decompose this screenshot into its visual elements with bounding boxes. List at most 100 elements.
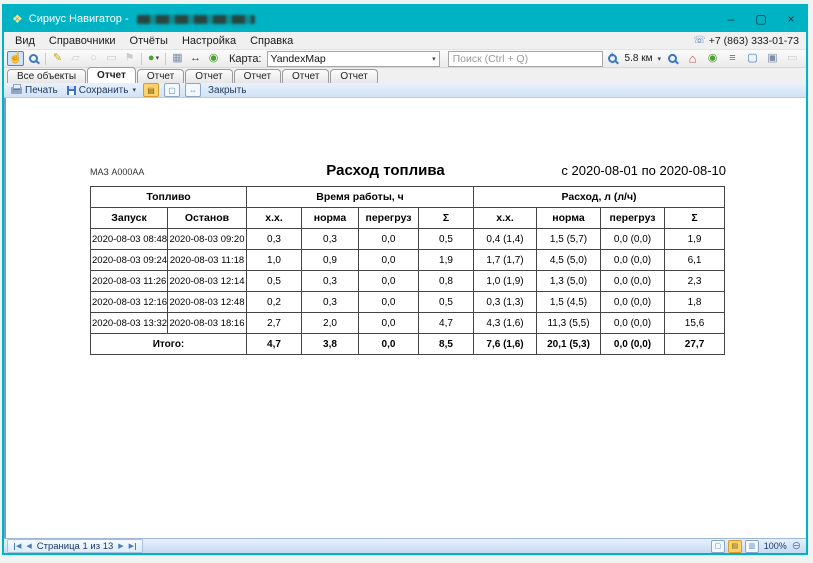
title-bar: ❖ Сириус Навигатор - – ▢ × <box>4 6 806 32</box>
toolbar-separator <box>45 53 46 65</box>
window-title: Сириус Навигатор - <box>29 13 129 25</box>
view-fit-width-button[interactable]: ⇔ <box>185 83 201 97</box>
printer-icon <box>11 87 22 94</box>
group-fuel: Топливо <box>91 187 247 208</box>
table-row: 2020-08-03 08:482020-08-03 09:200,30,30,… <box>91 229 725 250</box>
prev-page-button[interactable]: ◀ <box>26 543 31 550</box>
col-overload-time: перегруз <box>359 208 419 229</box>
view-whole-page-button[interactable]: ▢ <box>164 83 180 97</box>
next-page-button[interactable]: ▶ <box>118 543 123 550</box>
tab-report-2[interactable]: Отчет <box>137 69 184 83</box>
col-sum-time: Σ <box>419 208 474 229</box>
main-toolbar: ☝ ✎ ▱ ○ ▭ ⚑ ● ▾ <box>4 50 806 68</box>
route-icon: ↔ <box>190 53 201 64</box>
layers-dropdown-button[interactable]: ● ▾ <box>145 51 162 66</box>
status-zoom-group: ▢ ▤ ▥ 100% ⊖ <box>711 540 803 553</box>
report-period: с 2020-08-01 по 2020-08-10 <box>531 163 726 178</box>
circle-tool-button[interactable]: ○ <box>85 51 102 66</box>
hand-tool-button[interactable]: ☝ <box>7 51 24 66</box>
tab-report-5[interactable]: Отчет <box>282 69 329 83</box>
flag-icon: ⚑ <box>125 53 135 64</box>
zoom-percent: 100% <box>764 541 787 551</box>
last-page-button[interactable]: ▶ <box>129 543 136 550</box>
menu-spravochniki[interactable]: Справочники <box>42 34 123 48</box>
tab-report-4[interactable]: Отчет <box>234 69 281 83</box>
col-start: Запуск <box>91 208 168 229</box>
edit-note-button[interactable]: ▣ <box>764 51 781 66</box>
toolbar-right-group: + 5.8 км ▾ − ⌂ ◉ ≡ ▢ <box>604 51 803 66</box>
table-column-header-row: Запуск Останов х.х. норма перегруз Σ х.х… <box>91 208 725 229</box>
flag-tool-button[interactable]: ⚑ <box>121 51 138 66</box>
app-window: ❖ Сириус Навигатор - – ▢ × Вид Справочни… <box>2 4 808 555</box>
col-idle-time: х.х. <box>247 208 302 229</box>
print-button[interactable]: Печать <box>9 85 60 96</box>
zoom-in-button[interactable]: + <box>604 51 621 66</box>
page-navigator: ◀ ◀ Страница 1 из 13 ▶ ▶ <box>7 539 143 553</box>
map-scale-value: 5.8 км <box>625 53 653 64</box>
map-select-label: Карта: <box>229 53 262 65</box>
tab-report-1[interactable]: Отчет <box>87 67 136 83</box>
zoom-tool-button[interactable] <box>25 51 42 66</box>
close-report-button[interactable]: Закрыть <box>206 85 249 96</box>
totals-label: Итого: <box>91 334 247 355</box>
report-table-body: 2020-08-03 08:482020-08-03 09:200,30,30,… <box>91 229 725 355</box>
selection-rect-icon: ▢ <box>747 53 757 64</box>
report-title: Расход топлива <box>240 162 531 179</box>
totals-row: Итого:4,73,80,08,57,6 (1,6)20,1 (5,3)0,0… <box>91 334 725 355</box>
table-row: 2020-08-03 11:262020-08-03 12:140,50,30,… <box>91 271 725 292</box>
list-icon: ≡ <box>729 53 735 64</box>
select-area-button[interactable]: ▢ <box>744 51 761 66</box>
menu-bar: Вид Справочники Отчёты Настройка Справка… <box>4 32 806 50</box>
status-view-actual-button[interactable]: ▢ <box>711 540 725 553</box>
magnifier-icon <box>29 54 38 63</box>
rectangle-tool-button[interactable]: ▭ <box>103 51 120 66</box>
first-page-button[interactable]: ◀ <box>14 543 21 550</box>
chevron-down-icon: ▾ <box>432 55 436 63</box>
col-sum-fuel: Σ <box>665 208 725 229</box>
tab-all-objects[interactable]: Все объекты <box>7 69 86 83</box>
globe-icon: ◉ <box>708 53 718 64</box>
route-button[interactable]: ↔ <box>187 51 204 66</box>
home-button[interactable]: ⌂ <box>684 51 701 66</box>
globe-go-button[interactable]: ◉ <box>205 51 222 66</box>
minimize-button[interactable]: – <box>716 6 746 32</box>
map-select-combobox[interactable]: YandexMap ▾ <box>267 51 440 67</box>
group-consumption: Расход, л (л/ч) <box>474 187 725 208</box>
table-row: 2020-08-03 12:162020-08-03 12:480,20,30,… <box>91 292 725 313</box>
ruler-button[interactable]: ▦ <box>169 51 186 66</box>
menu-vid[interactable]: Вид <box>8 34 42 48</box>
zoom-out-icon: − <box>668 54 677 63</box>
image-icon: ▭ <box>787 53 797 64</box>
menu-spravka[interactable]: Справка <box>243 34 300 48</box>
zoom-out-circle-button[interactable]: ⊖ <box>792 541 801 552</box>
tab-report-3[interactable]: Отчет <box>185 69 232 83</box>
polygon-icon: ▱ <box>71 53 79 64</box>
col-overload-fuel: перегруз <box>601 208 665 229</box>
image-button[interactable]: ▭ <box>784 51 801 66</box>
print-button-label: Печать <box>25 85 58 96</box>
home-icon: ⌂ <box>689 52 697 65</box>
globe-button[interactable]: ◉ <box>704 51 721 66</box>
close-button[interactable]: × <box>776 6 806 32</box>
save-button[interactable]: Сохранить ▾ <box>65 85 138 96</box>
col-norm-time: норма <box>302 208 359 229</box>
map-edit-button[interactable]: ✎ <box>49 51 66 66</box>
table-row: 2020-08-03 13:322020-08-03 18:162,72,00,… <box>91 313 725 334</box>
tab-report-6[interactable]: Отчет <box>330 69 377 83</box>
tab-bar: Все объектыОтчетОтчетОтчетОтчетОтчетОтче… <box>4 68 806 83</box>
view-actual-size-button[interactable]: ▤ <box>143 83 159 97</box>
maximize-button[interactable]: ▢ <box>746 6 776 32</box>
close-report-label: Закрыть <box>208 85 247 96</box>
zoom-out-button[interactable]: − <box>664 51 681 66</box>
support-phone-number: +7 (863) 333-01-73 <box>709 35 799 47</box>
menu-otchety[interactable]: Отчёты <box>123 34 175 48</box>
object-list-button[interactable]: ≡ <box>724 51 741 66</box>
status-view-fit-button[interactable]: ▥ <box>745 540 759 553</box>
status-view-page-button[interactable]: ▤ <box>728 540 742 553</box>
table-group-header-row: Топливо Время работы, ч Расход, л (л/ч) <box>91 187 725 208</box>
polygon-tool-button[interactable]: ▱ <box>67 51 84 66</box>
chevron-down-icon: ▾ <box>156 55 160 62</box>
menu-nastroika[interactable]: Настройка <box>175 34 243 48</box>
layers-icon: ● <box>148 53 155 64</box>
search-input[interactable] <box>448 51 603 67</box>
